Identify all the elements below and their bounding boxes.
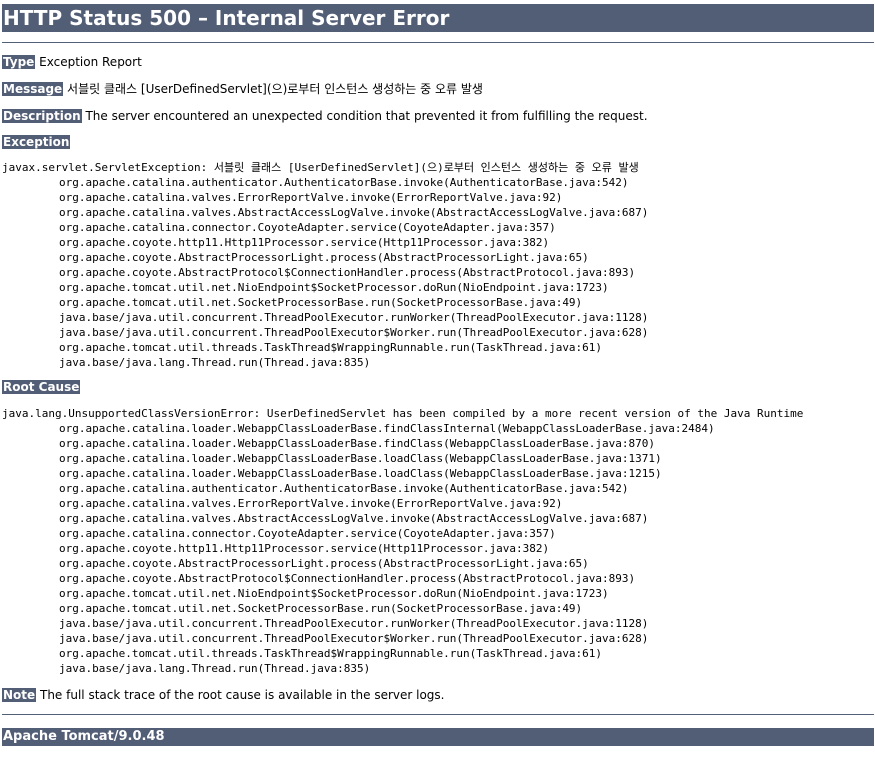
stack-frame: java.base/java.util.concurrent.ThreadPoo… (59, 326, 649, 339)
root-cause-label: Root Cause (2, 380, 81, 394)
stack-frame: org.apache.tomcat.util.net.NioEndpoint$S… (59, 281, 609, 294)
stack-frame: java.base/java.lang.Thread.run(Thread.ja… (59, 356, 371, 369)
stack-frame: org.apache.catalina.valves.ErrorReportVa… (59, 497, 563, 510)
exception-label: Exception (2, 135, 71, 149)
description-row: Description The server encountered an un… (2, 107, 874, 125)
stack-frame: java.base/java.util.concurrent.ThreadPoo… (59, 617, 649, 630)
note-row: Note The full stack trace of the root ca… (2, 686, 874, 704)
page-title: HTTP Status 500 – Internal Server Error (2, 4, 874, 32)
stack-frame: java.base/java.lang.Thread.run(Thread.ja… (59, 662, 371, 675)
root-cause-trace: java.lang.UnsupportedClassVersionError: … (2, 406, 874, 676)
stack-frame: org.apache.tomcat.util.net.SocketProcess… (59, 296, 583, 309)
exception-frames: org.apache.catalina.authenticator.Authen… (2, 175, 874, 370)
stack-frame: org.apache.tomcat.util.net.SocketProcess… (59, 602, 583, 615)
error-page: HTTP Status 500 – Internal Server Error … (0, 0, 875, 746)
stack-frame: org.apache.catalina.connector.CoyoteAdap… (59, 527, 556, 540)
stack-frame: org.apache.coyote.AbstractProtocol$Conne… (59, 572, 636, 585)
root-cause-frames: org.apache.catalina.loader.WebappClassLo… (2, 421, 874, 676)
divider-top (2, 42, 874, 43)
stack-frame: java.base/java.util.concurrent.ThreadPoo… (59, 632, 649, 645)
note-value: The full stack trace of the root cause i… (40, 688, 445, 702)
type-row: Type Exception Report (2, 53, 874, 71)
exception-trace: javax.servlet.ServletException: 서블릿 클래스 … (2, 160, 874, 370)
stack-frame: org.apache.catalina.valves.AbstractAcces… (59, 512, 649, 525)
stack-frame: org.apache.coyote.http11.Http11Processor… (59, 542, 550, 555)
stack-frame: org.apache.catalina.valves.ErrorReportVa… (59, 191, 563, 204)
stack-frame: org.apache.catalina.loader.WebappClassLo… (59, 422, 715, 435)
stack-frame: org.apache.catalina.authenticator.Authen… (59, 482, 629, 495)
divider-bottom (2, 714, 874, 715)
stack-frame: org.apache.tomcat.util.threads.TaskThrea… (59, 647, 603, 660)
stack-frame: org.apache.tomcat.util.threads.TaskThrea… (59, 341, 603, 354)
stack-frame: org.apache.coyote.AbstractProtocol$Conne… (59, 266, 636, 279)
description-value: The server encountered an unexpected con… (85, 109, 648, 123)
message-row: Message 서블릿 클래스 [UserDefinedServlet](으)로… (2, 80, 874, 98)
stack-frame: org.apache.coyote.AbstractProcessorLight… (59, 557, 589, 570)
root-cause-first-line: java.lang.UnsupportedClassVersionError: … (2, 407, 804, 420)
stack-frame: org.apache.catalina.loader.WebappClassLo… (59, 437, 656, 450)
stack-frame: org.apache.catalina.loader.WebappClassLo… (59, 467, 662, 480)
stack-frame: org.apache.catalina.loader.WebappClassLo… (59, 452, 662, 465)
server-footer: Apache Tomcat/9.0.48 (2, 728, 874, 746)
type-value: Exception Report (39, 55, 142, 69)
message-label: Message (2, 82, 64, 96)
exception-row: Exception (2, 133, 874, 151)
message-value: 서블릿 클래스 [UserDefinedServlet](으)로부터 인스턴스 … (67, 82, 483, 96)
root-cause-row: Root Cause (2, 378, 874, 396)
note-label: Note (2, 688, 37, 702)
stack-frame: java.base/java.util.concurrent.ThreadPoo… (59, 311, 649, 324)
stack-frame: org.apache.coyote.AbstractProcessorLight… (59, 251, 589, 264)
stack-frame: org.apache.catalina.valves.AbstractAcces… (59, 206, 649, 219)
description-label: Description (2, 109, 82, 123)
exception-first-line: javax.servlet.ServletException: 서블릿 클래스 … (2, 161, 639, 174)
stack-frame: org.apache.tomcat.util.net.NioEndpoint$S… (59, 587, 609, 600)
stack-frame: org.apache.catalina.connector.CoyoteAdap… (59, 221, 556, 234)
stack-frame: org.apache.catalina.authenticator.Authen… (59, 176, 629, 189)
stack-frame: org.apache.coyote.http11.Http11Processor… (59, 236, 550, 249)
type-label: Type (2, 55, 36, 69)
